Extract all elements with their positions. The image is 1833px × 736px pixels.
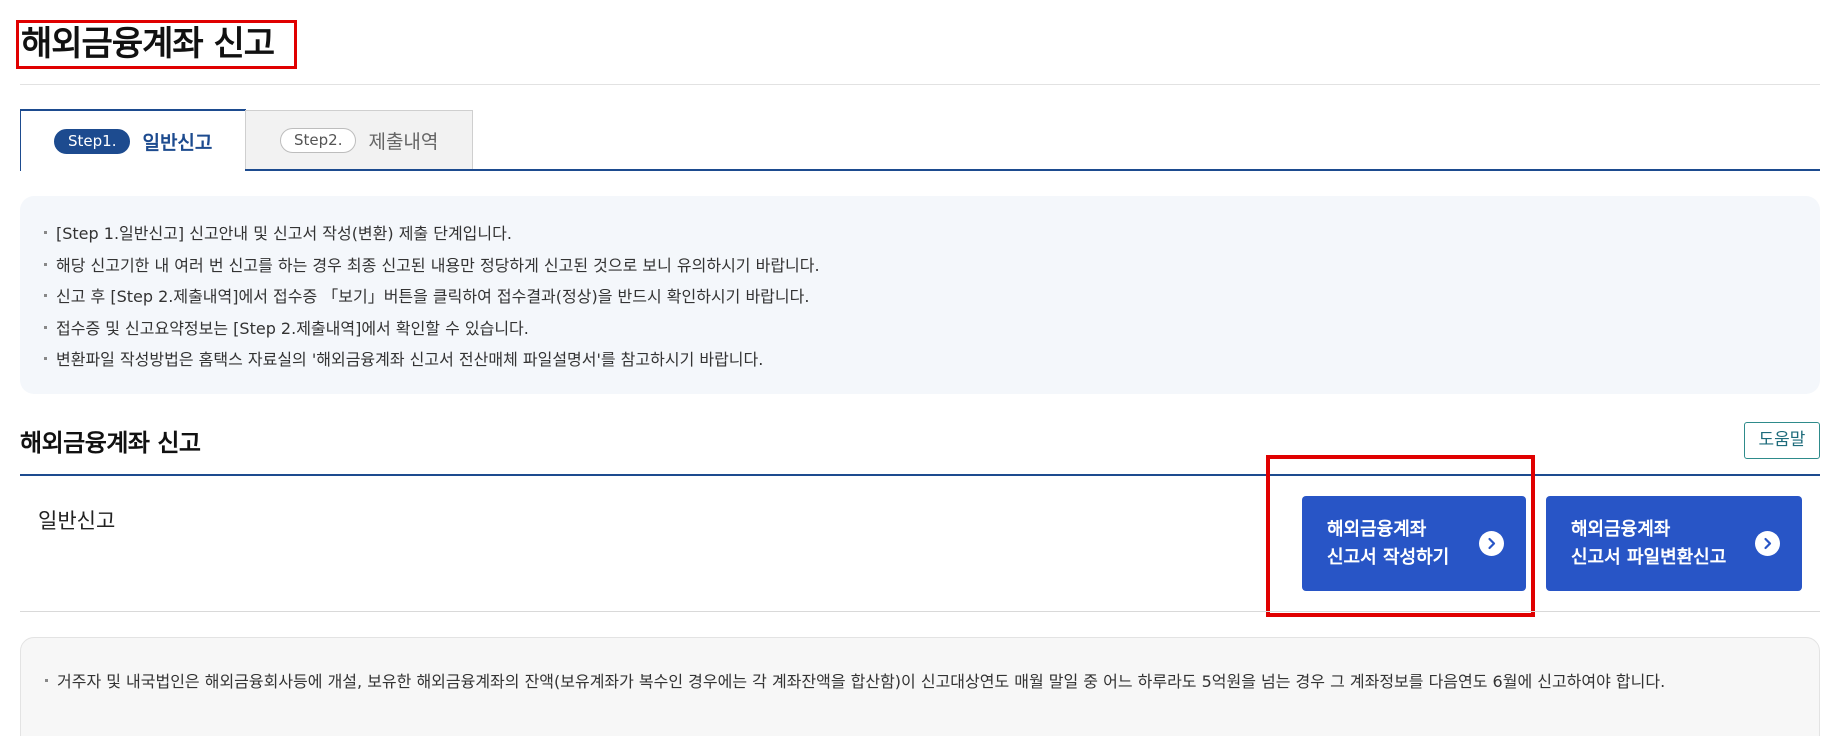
tab-step2-submission-history[interactable]: Step2. 제출내역 bbox=[245, 110, 473, 170]
guide-item: [Step 1.일반신고] 신고안내 및 신고서 작성(변환) 제출 단계입니다… bbox=[42, 218, 1820, 250]
guide-item: 접수증 및 신고요약정보는 [Step 2.제출내역]에서 확인할 수 있습니다… bbox=[42, 313, 1820, 345]
page-title: 해외금융계좌 신고 bbox=[16, 20, 297, 69]
notice-text: 거주자 및 내국법인은 해외금융회사등에 개설, 보유한 해외금융계좌의 잔액(… bbox=[45, 666, 1779, 697]
tab-step1-general-report[interactable]: Step1. 일반신고 bbox=[20, 109, 246, 171]
title-divider bbox=[20, 84, 1820, 85]
button-text: 해외금융계좌 신고서 파일변환신고 bbox=[1571, 516, 1726, 572]
guide-info-box: [Step 1.일반신고] 신고안내 및 신고서 작성(변환) 제출 단계입니다… bbox=[20, 196, 1820, 394]
button-line: 해외금융계좌 bbox=[1571, 518, 1671, 540]
guide-item: 신고 후 [Step 2.제출내역]에서 접수증 「보기」버튼을 클릭하여 접수… bbox=[42, 281, 1820, 313]
tab-label: 일반신고 bbox=[142, 131, 213, 154]
general-report-label: 일반신고 bbox=[38, 509, 116, 533]
section-divider bbox=[20, 474, 1820, 476]
tab-baseline bbox=[245, 169, 1820, 171]
button-line: 신고서 파일변환신고 bbox=[1571, 546, 1727, 568]
file-convert-report-button[interactable]: 해외금융계좌 신고서 파일변환신고 bbox=[1546, 496, 1802, 591]
help-button[interactable]: 도움말 bbox=[1744, 422, 1820, 459]
guide-item: 해당 신고기한 내 여러 번 신고를 하는 경우 최종 신고된 내용만 정당하게… bbox=[42, 250, 1820, 282]
step-badge: Step2. bbox=[280, 128, 357, 153]
step-badge: Step1. bbox=[54, 128, 131, 154]
highlight-box bbox=[1266, 455, 1535, 617]
notice-box: 거주자 및 내국법인은 해외금융회사등에 개설, 보유한 해외금융계좌의 잔액(… bbox=[20, 637, 1820, 736]
step-tabs: Step1. 일반신고 Step2. 제출내역 bbox=[20, 109, 1820, 171]
row-divider bbox=[20, 611, 1820, 612]
chevron-right-circle-icon bbox=[1755, 531, 1780, 556]
section-title: 해외금융계좌 신고 bbox=[20, 429, 201, 457]
tab-label: 제출내역 bbox=[368, 131, 439, 153]
guide-item: 변환파일 작성방법은 홈택스 자료실의 '해외금융계좌 신고서 전산매체 파일설… bbox=[42, 344, 1820, 376]
